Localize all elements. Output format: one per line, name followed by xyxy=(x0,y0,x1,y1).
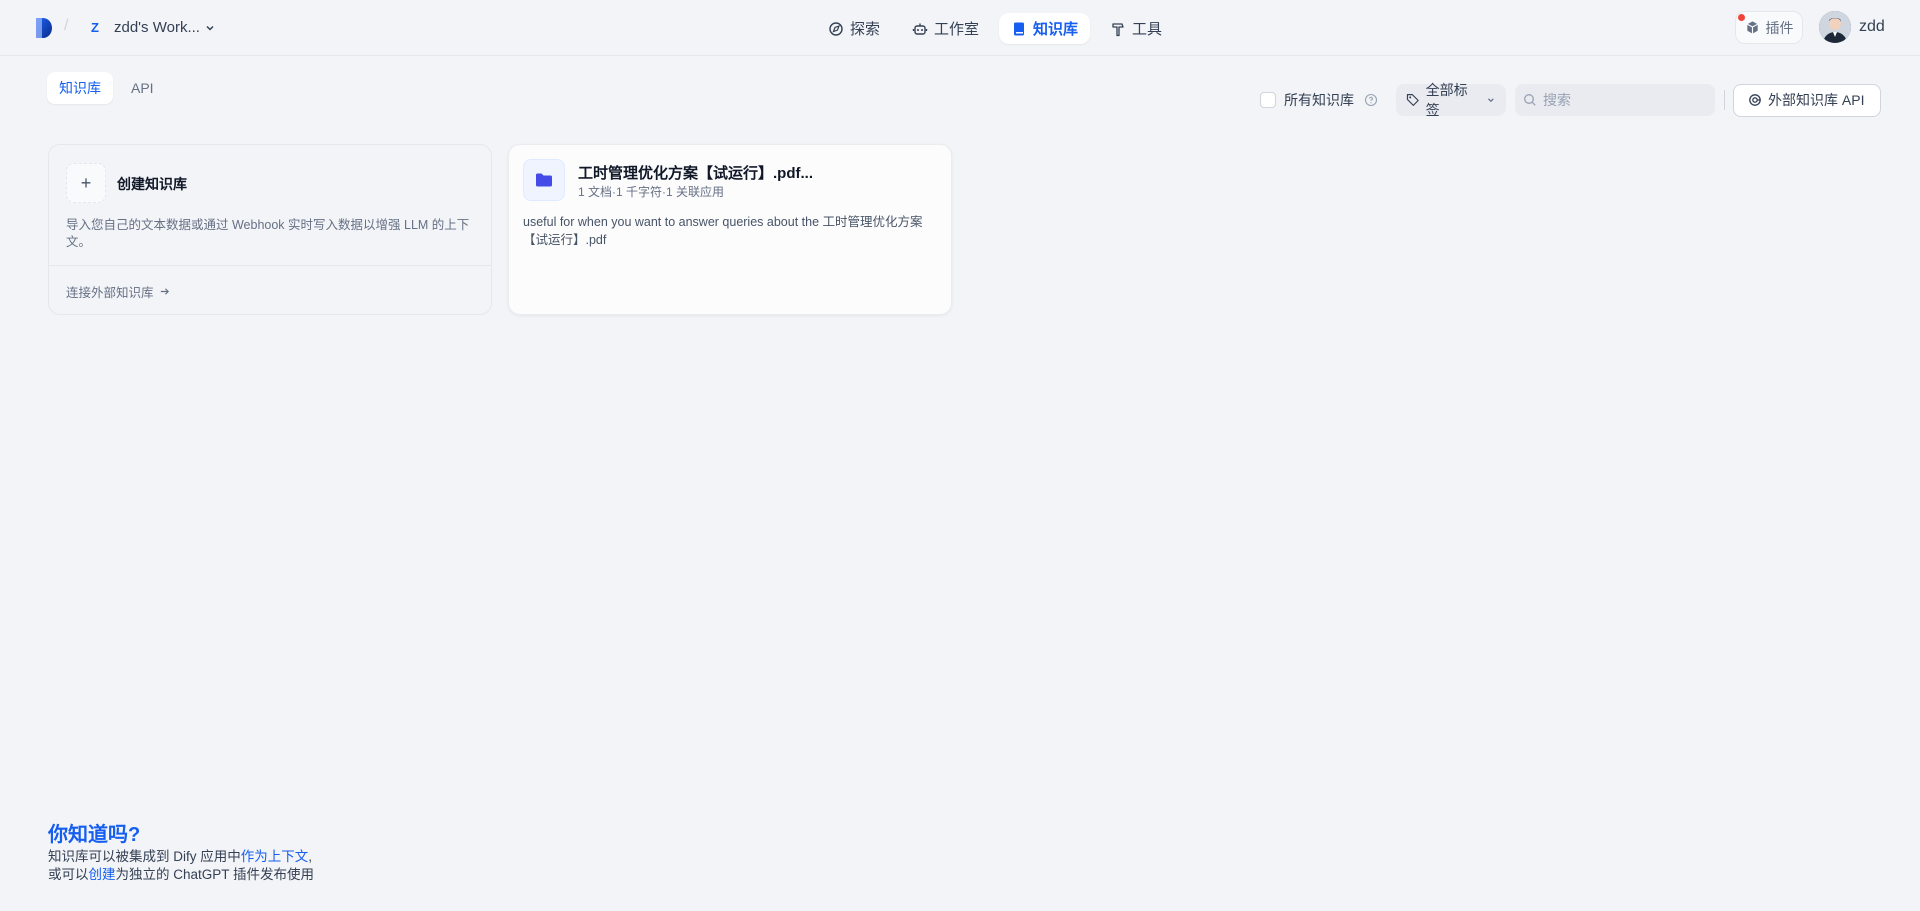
book-icon xyxy=(1014,22,1025,35)
chevron-down-icon xyxy=(206,25,214,31)
tag-filter-dropdown[interactable]: 全部标签 xyxy=(1396,82,1506,118)
did-you-know-tip: 你知道吗? 知识库可以被集成到 Dify 应用中作为上下文, 或可以创建为独立的… xyxy=(48,822,314,884)
plus-icon: + xyxy=(66,163,106,203)
cube-icon xyxy=(1746,21,1758,34)
search-input[interactable] xyxy=(1543,92,1703,108)
connect-external-label: 连接外部知识库 xyxy=(66,286,154,300)
search-box[interactable] xyxy=(1515,84,1715,116)
checkbox[interactable] xyxy=(1260,92,1276,108)
user-name[interactable]: zdd xyxy=(1859,18,1885,36)
nav-studio[interactable]: 工作室 xyxy=(900,13,991,44)
chevron-down-icon xyxy=(1488,98,1495,103)
create-knowledge-title: 创建知识库 xyxy=(117,176,187,192)
arrow-right-icon xyxy=(160,288,169,295)
help-icon[interactable] xyxy=(1364,93,1378,107)
tip-line-2: 或可以创建为独立的 ChatGPT 插件发布使用 xyxy=(48,866,314,884)
nav-explore[interactable]: 探索 xyxy=(816,13,892,44)
tip-text: , xyxy=(308,849,313,864)
tag-filter-label: 全部标签 xyxy=(1425,82,1468,118)
main-nav: 探索 工作室 知识库 工具 xyxy=(816,13,1174,44)
folder-icon xyxy=(523,159,565,201)
search-icon xyxy=(1524,94,1536,106)
compass-icon xyxy=(829,21,843,36)
knowledge-card[interactable]: 工时管理优化方案【试运行】.pdf... 1 文档·1 千字符·1 关联应用 u… xyxy=(508,144,952,315)
knowledge-meta: 1 文档·1 千字符·1 关联应用 xyxy=(578,185,725,199)
tip-text: 知识库可以被集成到 Dify 应用中 xyxy=(48,849,241,864)
all-knowledge-label: 所有知识库 xyxy=(1284,92,1354,108)
filter-toolbar: 所有知识库 全部标签 外部知识库 API xyxy=(1260,82,1882,118)
notification-dot xyxy=(1738,14,1745,21)
create-link[interactable]: 创建 xyxy=(89,867,116,882)
plugins-button[interactable]: 插件 xyxy=(1735,11,1803,44)
robot-icon xyxy=(912,23,928,35)
nav-tools[interactable]: 工具 xyxy=(1098,13,1174,44)
tab-api[interactable]: API xyxy=(119,72,166,104)
tip-text: 或可以 xyxy=(48,867,89,882)
external-knowledge-api-button[interactable]: 外部知识库 API xyxy=(1733,83,1882,117)
breadcrumb-separator: / xyxy=(64,17,69,34)
plugins-label: 插件 xyxy=(1765,19,1794,36)
knowledge-title: 工时管理优化方案【试运行】.pdf... xyxy=(578,165,813,182)
tip-line-1: 知识库可以被集成到 Dify 应用中作为上下文, xyxy=(48,848,314,866)
create-knowledge-description: 导入您自己的文本数据或通过 Webhook 实时写入数据以增强 LLM 的上下文… xyxy=(66,218,470,249)
workspace-name: zdd's Work... xyxy=(114,19,200,36)
knowledge-description: useful for when you want to answer queri… xyxy=(523,215,923,247)
workspace-avatar[interactable]: Z xyxy=(84,16,106,38)
api-connection-icon xyxy=(1749,94,1761,106)
all-knowledge-checkbox[interactable]: 所有知识库 xyxy=(1260,90,1378,110)
nav-knowledge[interactable]: 知识库 xyxy=(999,13,1091,44)
user-avatar[interactable] xyxy=(1819,11,1851,43)
card-divider xyxy=(49,265,491,266)
tag-icon xyxy=(1406,94,1419,106)
workspace-switcher[interactable]: zdd's Work... xyxy=(114,19,216,36)
top-header: / Z zdd's Work... 探索 工作室 知识库 工具 插件 zdd xyxy=(0,0,1920,56)
tip-text: 为独立的 ChatGPT 插件发布使用 xyxy=(115,867,315,882)
nav-label: 工具 xyxy=(1132,21,1163,38)
create-knowledge-card[interactable]: + 创建知识库 导入您自己的文本数据或通过 Webhook 实时写入数据以增强 … xyxy=(48,144,492,315)
tip-title: 你知道吗? xyxy=(48,824,141,846)
nav-label: 探索 xyxy=(850,21,881,38)
connect-external-knowledge-link[interactable]: 连接外部知识库 xyxy=(66,282,170,301)
tab-knowledge[interactable]: 知识库 xyxy=(47,72,113,104)
as-context-link[interactable]: 作为上下文 xyxy=(241,849,309,864)
nav-label: 工作室 xyxy=(934,21,980,38)
user-photo xyxy=(1819,11,1851,43)
dify-logo[interactable] xyxy=(34,17,54,39)
toolbar-divider xyxy=(1724,90,1725,110)
page-tabs: 知识库 API xyxy=(47,72,166,104)
external-api-label: 外部知识库 API xyxy=(1768,92,1865,108)
nav-label: 知识库 xyxy=(1033,21,1079,38)
hammer-icon xyxy=(1112,22,1124,36)
